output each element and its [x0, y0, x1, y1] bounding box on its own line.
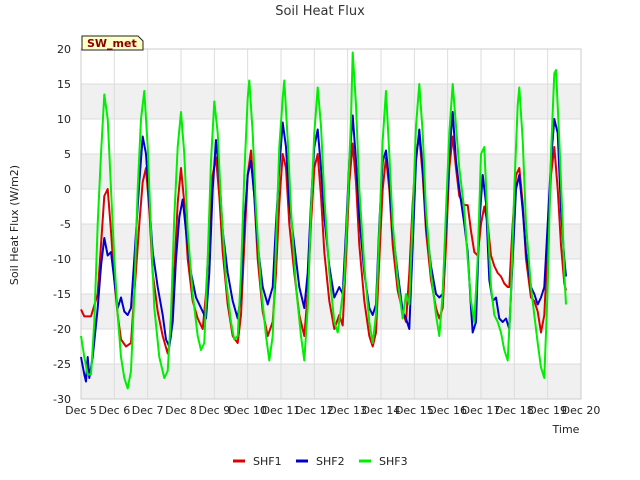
x-tick-label: Dec 7	[132, 404, 164, 417]
y-tick-label: 0	[64, 183, 71, 196]
x-axis-ticks: Dec 5 Dec 6 Dec 7 Dec 8 Dec 9Dec 10Dec 11Dec…	[65, 404, 600, 417]
y-tick-label: 15	[57, 78, 71, 91]
x-tick-label: Dec 6	[98, 404, 130, 417]
background-band	[81, 364, 581, 399]
legend-label-shf3: SHF3	[379, 455, 408, 468]
y-tick-label: 10	[57, 113, 71, 126]
y-tick-label: -20	[53, 323, 71, 336]
y-axis-ticks: -30-25-20-15-10-505101520	[53, 43, 71, 406]
chart-title: Soil Heat Flux	[275, 4, 365, 19]
x-tick-label: Dec 8	[165, 404, 197, 417]
soil-heat-flux-chart: -30-25-20-15-10-505101520 Dec 5 Dec 6 Dec …	[8, 4, 600, 468]
background-band	[81, 154, 581, 189]
x-tick-label: Dec 20	[562, 404, 601, 417]
y-tick-label: -10	[53, 253, 71, 266]
y-tick-label: -15	[53, 288, 71, 301]
x-tick-label: Dec 5	[65, 404, 97, 417]
background-band	[81, 224, 581, 259]
background-band	[81, 84, 581, 119]
y-tick-label: -5	[60, 218, 71, 231]
x-axis-title: Time	[552, 423, 580, 436]
y-tick-label: 20	[57, 43, 71, 56]
y-tick-label: 5	[64, 148, 71, 161]
y-axis-title: Soil Heat Flux (W/m2)	[8, 165, 21, 285]
legend: SHF1 SHF2 SHF3	[233, 455, 408, 468]
y-tick-label: -25	[53, 358, 71, 371]
badge-label: SW_met	[87, 37, 137, 50]
x-tick-label: Dec 9	[198, 404, 230, 417]
legend-label-shf2: SHF2	[316, 455, 345, 468]
legend-label-shf1: SHF1	[253, 455, 282, 468]
station-badge: SW_met	[81, 35, 144, 51]
